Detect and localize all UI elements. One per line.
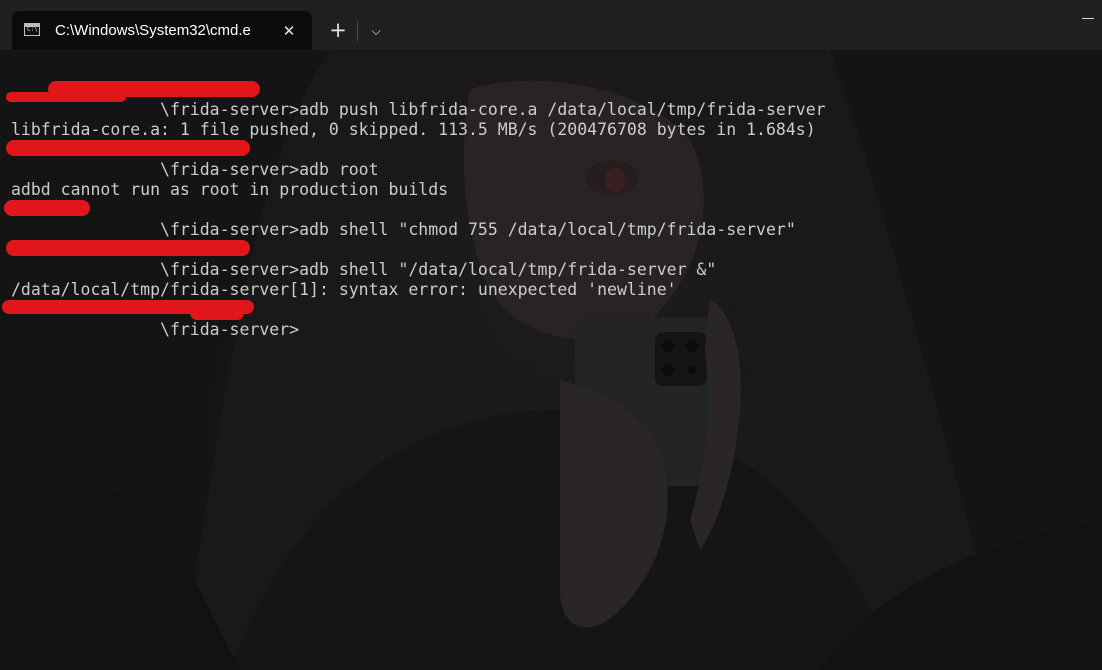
redaction-mark [6,140,250,156]
terminal-line: \frida-server>adb shell "chmod 755 /data… [11,220,796,239]
cmd-prompt-icon: C:\ [24,23,40,36]
tab-title: C:\Windows\System32\cmd.e [55,22,251,39]
close-tab-icon[interactable]: ✕ [277,19,301,43]
terminal-window: C:\ C:\Windows\System32\cmd.e ✕ + ⌵ \fri… [0,0,1102,670]
terminal-line: \frida-server>adb shell "/data/local/tmp… [11,260,717,279]
redaction-mark [6,92,126,102]
redaction-mark [190,306,244,320]
terminal-line: \frida-server> [11,320,300,339]
terminal-line: \frida-server>adb root [11,160,379,179]
new-tab-button[interactable]: + [323,16,353,44]
minimize-icon[interactable] [1082,18,1094,19]
title-bar: C:\ C:\Windows\System32\cmd.e ✕ + ⌵ [0,0,1102,50]
tab-cmd[interactable]: C:\ C:\Windows\System32\cmd.e ✕ [12,11,312,50]
chevron-down-icon[interactable]: ⌵ [361,16,391,44]
terminal-line: adbd cannot run as root in production bu… [11,180,449,199]
tab-divider [357,21,358,41]
redaction-mark [4,200,90,216]
redaction-mark [6,240,250,256]
terminal-output-area[interactable]: \frida-server>adb push libfrida-core.a /… [0,50,1102,670]
terminal-line: libfrida-core.a: 1 file pushed, 0 skippe… [11,120,816,139]
terminal-line: /data/local/tmp/frida-server[1]: syntax … [11,280,677,299]
cmd-prompt-icon-glyph: C:\ [27,26,38,33]
terminal-line: \frida-server>adb push libfrida-core.a /… [11,100,826,119]
